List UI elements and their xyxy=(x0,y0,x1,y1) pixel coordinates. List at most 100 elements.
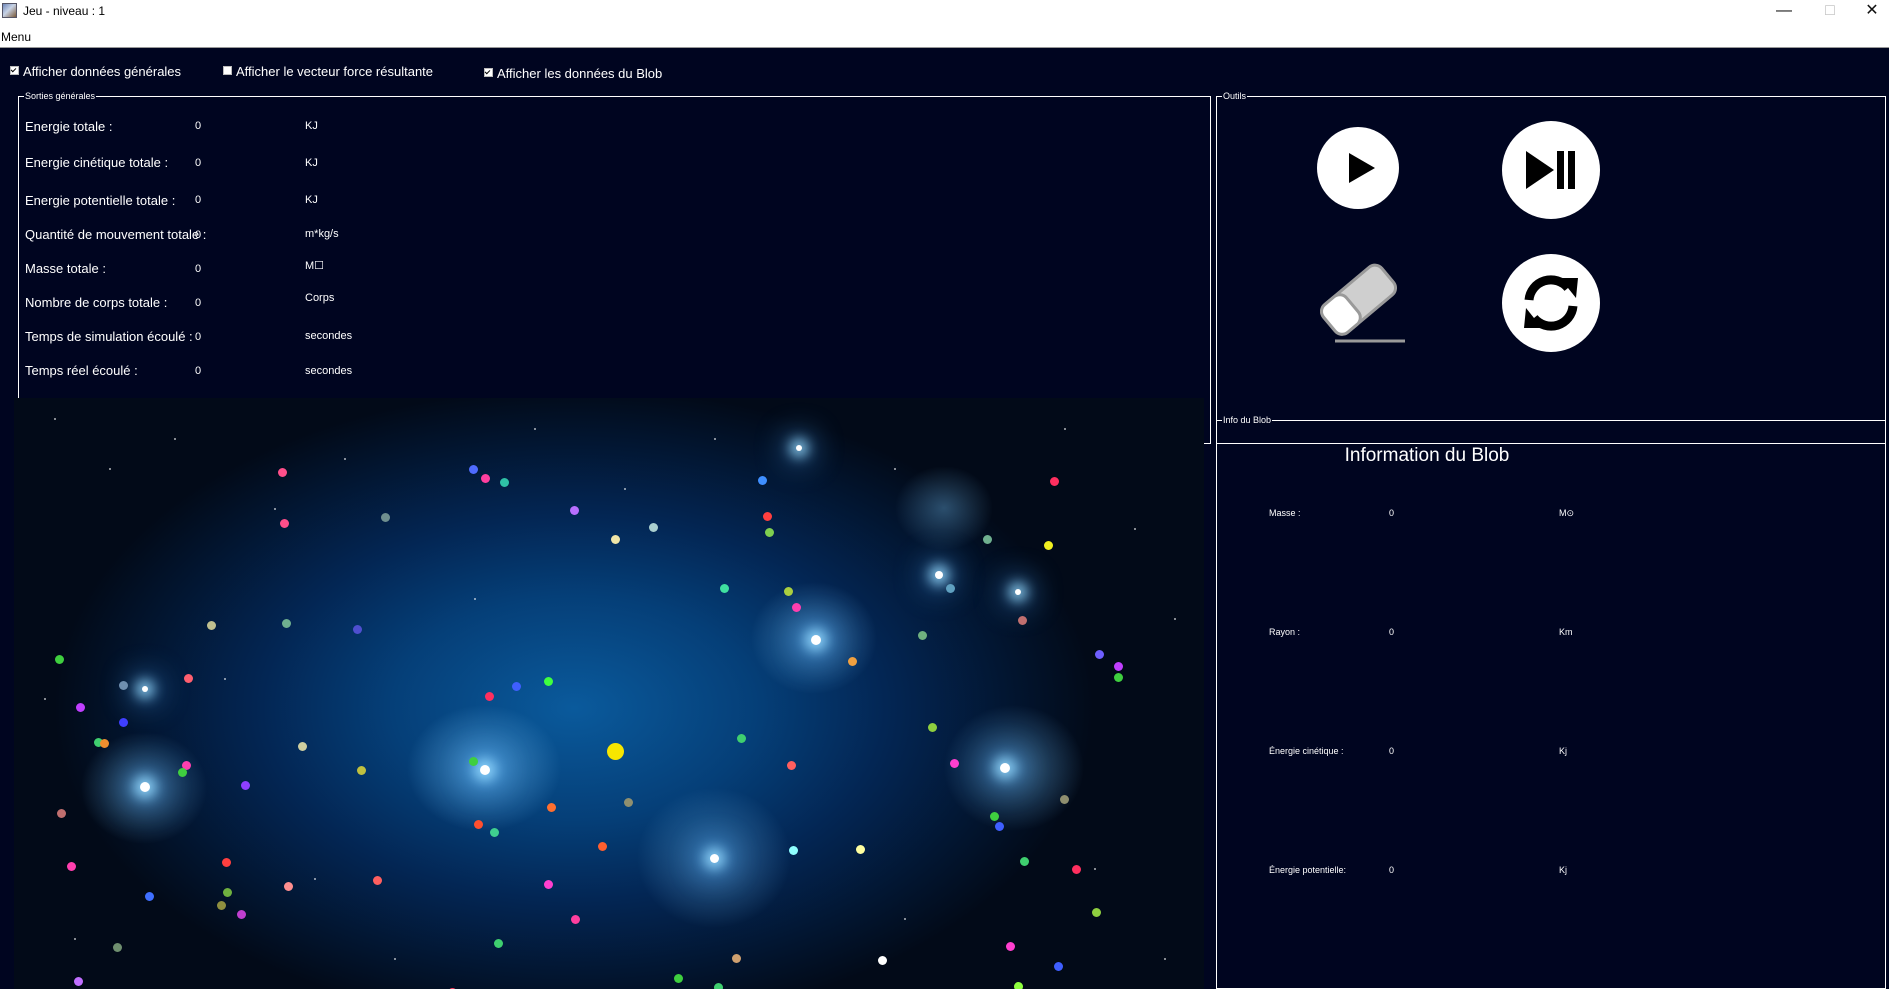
body[interactable] xyxy=(469,757,478,766)
body[interactable] xyxy=(714,983,723,989)
body[interactable] xyxy=(237,910,246,919)
body[interactable] xyxy=(571,915,580,924)
checkbox-blob-data[interactable] xyxy=(484,68,493,77)
body[interactable] xyxy=(1060,795,1069,804)
body[interactable] xyxy=(145,892,154,901)
body[interactable] xyxy=(570,506,579,515)
body[interactable] xyxy=(1092,908,1101,917)
body[interactable] xyxy=(950,759,959,768)
body[interactable] xyxy=(469,465,478,474)
body[interactable] xyxy=(178,768,187,777)
body[interactable] xyxy=(76,703,85,712)
body[interactable] xyxy=(1114,673,1123,682)
body[interactable] xyxy=(74,977,83,986)
body[interactable] xyxy=(787,761,796,770)
window-titlebar: Jeu - niveau : 1 — □ ✕ xyxy=(0,0,1889,22)
body[interactable] xyxy=(490,828,499,837)
simulation-canvas[interactable] xyxy=(14,398,1204,989)
body[interactable] xyxy=(1018,616,1027,625)
body[interactable] xyxy=(878,956,887,965)
body[interactable] xyxy=(848,657,857,666)
toggle-blob-data[interactable]: Afficher les données du Blob xyxy=(484,66,662,81)
body[interactable] xyxy=(784,587,793,596)
body[interactable] xyxy=(1095,650,1104,659)
body[interactable] xyxy=(57,809,66,818)
body[interactable] xyxy=(485,692,494,701)
body[interactable] xyxy=(113,943,122,952)
body[interactable] xyxy=(282,619,291,628)
play-button[interactable] xyxy=(1317,127,1399,209)
body[interactable] xyxy=(1050,477,1059,486)
refresh-button[interactable] xyxy=(1502,254,1600,352)
body[interactable] xyxy=(990,812,999,821)
body[interactable] xyxy=(353,625,362,634)
body[interactable] xyxy=(1114,662,1123,671)
body[interactable] xyxy=(598,842,607,851)
body[interactable] xyxy=(381,513,390,522)
body[interactable] xyxy=(1072,865,1081,874)
body[interactable] xyxy=(720,584,729,593)
toggle-force-vector[interactable]: Afficher le vecteur force résultante xyxy=(223,64,433,79)
body[interactable] xyxy=(284,882,293,891)
body[interactable] xyxy=(674,974,683,983)
body[interactable] xyxy=(67,862,76,871)
blob-info-legend: Info du Blob xyxy=(1222,414,1273,426)
body[interactable] xyxy=(1006,942,1015,951)
body[interactable] xyxy=(241,781,250,790)
body[interactable] xyxy=(100,739,109,748)
body[interactable] xyxy=(928,723,937,732)
body[interactable] xyxy=(732,954,741,963)
body[interactable] xyxy=(55,655,64,664)
body[interactable] xyxy=(611,535,620,544)
checkbox-force-vector[interactable] xyxy=(223,66,232,75)
body[interactable] xyxy=(765,528,774,537)
menu-item-menu[interactable]: Menu xyxy=(1,30,31,44)
body[interactable] xyxy=(357,766,366,775)
body[interactable] xyxy=(946,584,955,593)
body[interactable] xyxy=(494,939,503,948)
body[interactable] xyxy=(512,682,521,691)
body[interactable] xyxy=(624,798,633,807)
body[interactable] xyxy=(223,888,232,897)
body[interactable] xyxy=(119,681,128,690)
body[interactable] xyxy=(1054,962,1063,971)
maximize-button[interactable]: □ xyxy=(1807,0,1853,22)
erase-button[interactable] xyxy=(1307,253,1407,349)
body[interactable] xyxy=(1014,982,1023,989)
body[interactable] xyxy=(547,803,556,812)
minimize-button[interactable]: — xyxy=(1761,0,1807,22)
body[interactable] xyxy=(184,674,193,683)
body[interactable] xyxy=(1044,541,1053,550)
body[interactable] xyxy=(856,845,865,854)
kinetic-energy-unit: KJ xyxy=(305,157,318,169)
body[interactable] xyxy=(222,858,231,867)
body[interactable] xyxy=(763,512,772,521)
body[interactable] xyxy=(280,519,289,528)
toggle-general-data[interactable]: Afficher données générales xyxy=(10,64,181,79)
blob[interactable] xyxy=(607,743,624,760)
body[interactable] xyxy=(298,742,307,751)
body[interactable] xyxy=(119,718,128,727)
body[interactable] xyxy=(983,535,992,544)
body[interactable] xyxy=(544,880,553,889)
body[interactable] xyxy=(278,468,287,477)
checkbox-general-data[interactable] xyxy=(10,66,19,75)
body[interactable] xyxy=(207,621,216,630)
body[interactable] xyxy=(792,603,801,612)
body[interactable] xyxy=(373,876,382,885)
body[interactable] xyxy=(500,478,509,487)
play-pause-button[interactable] xyxy=(1502,121,1600,219)
body[interactable] xyxy=(789,846,798,855)
body[interactable] xyxy=(918,631,927,640)
body[interactable] xyxy=(758,476,767,485)
body[interactable] xyxy=(544,677,553,686)
body[interactable] xyxy=(217,901,226,910)
body[interactable] xyxy=(474,820,483,829)
body[interactable] xyxy=(995,822,1004,831)
body[interactable] xyxy=(737,734,746,743)
body[interactable] xyxy=(481,474,490,483)
close-button[interactable]: ✕ xyxy=(1849,0,1889,22)
body[interactable] xyxy=(1020,857,1029,866)
body[interactable] xyxy=(649,523,658,532)
blob-info-title: Information du Blob xyxy=(1344,445,1510,466)
